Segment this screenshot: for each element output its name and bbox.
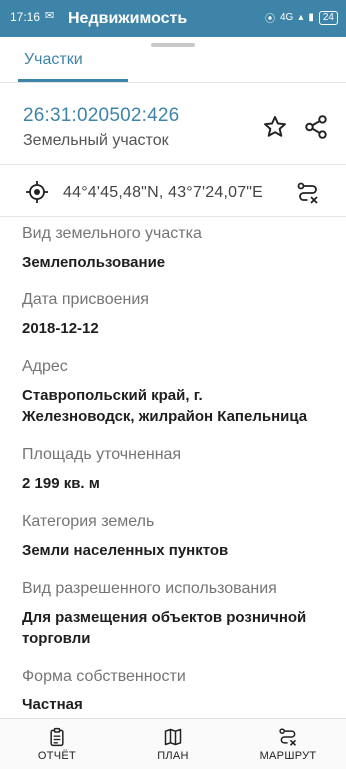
status-bar: 17:16 ✉ Недвижимость ⦿ 4G ▴ ▮ 24 (0, 0, 346, 37)
route-icon (279, 728, 297, 746)
wifi-icon: ▴ (298, 12, 304, 23)
nav-plan-button[interactable]: ПЛАН (123, 727, 223, 762)
bottom-navigation: ОТЧЁТ ПЛАН МАРШРУТ (0, 718, 346, 769)
field-value-ownership: Частная (22, 696, 83, 713)
map-icon (164, 728, 182, 746)
field-label-land-category: Категория земель (22, 513, 155, 530)
star-icon (264, 116, 286, 137)
field-value-permitted-use-line1: Для размещения объектов розничной (22, 609, 307, 626)
report-icon (50, 727, 64, 747)
field-value-address-line2: Железноводск, жилрайон Капельница (22, 408, 308, 425)
field-value-date: 2018-12-12 (22, 320, 99, 337)
status-icons: ⦿ 4G ▴ ▮ 24 (265, 10, 338, 25)
field-label-land-type: Вид земельного участка (22, 225, 202, 242)
field-label-date: Дата присвоения (22, 291, 149, 308)
location-icon: ⦿ (264, 14, 275, 25)
notification-icon: ✉ (45, 10, 55, 22)
sheet-drag-handle[interactable] (151, 43, 195, 47)
nav-report-label: ОТЧЁТ (37, 750, 77, 762)
signal-icon: ▮ (308, 12, 314, 23)
nav-route-button[interactable]: МАРШРУТ (238, 727, 338, 762)
tab-divider (0, 82, 346, 83)
field-value-area: 2 199 кв. м (22, 475, 100, 492)
status-time: 17:16 (10, 10, 41, 24)
nav-report-button[interactable]: ОТЧЁТ (7, 727, 107, 762)
coordinates-text[interactable]: 44°4'45,48"N, 43°7'24,07"E (63, 184, 263, 202)
field-label-ownership: Форма собственности (22, 668, 186, 685)
favorite-button[interactable] (262, 114, 288, 140)
nav-route-label: МАРШРУТ (259, 750, 317, 762)
divider (0, 164, 346, 165)
locate-button[interactable] (25, 180, 49, 204)
route-button[interactable] (296, 181, 320, 205)
share-button[interactable] (303, 114, 329, 140)
cadastral-number[interactable]: 26:31:020502:426 (23, 105, 179, 127)
battery-indicator: 24 (318, 10, 338, 25)
parcel-type: Земельный участок (23, 132, 169, 149)
field-value-land-type: Землепользование (22, 254, 166, 271)
route-icon (297, 182, 318, 204)
field-label-address: Адрес (22, 358, 68, 375)
nav-plan-label: ПЛАН (157, 750, 189, 762)
field-value-land-category: Земли населенных пунктов (22, 542, 229, 559)
crosshair-icon (26, 181, 48, 203)
field-value-permitted-use-line2: торговли (22, 630, 91, 647)
field-value-address-line1: Ставропольский край, г. (22, 387, 203, 404)
field-label-permitted-use: Вид разрешенного использования (22, 580, 277, 597)
field-label-area: Площадь уточненная (22, 446, 182, 463)
app-title: Недвижимость (68, 10, 188, 27)
share-icon (305, 115, 327, 139)
tab-parcels[interactable]: Участки (24, 51, 83, 69)
network-label: 4G (279, 12, 294, 23)
divider (0, 216, 346, 217)
